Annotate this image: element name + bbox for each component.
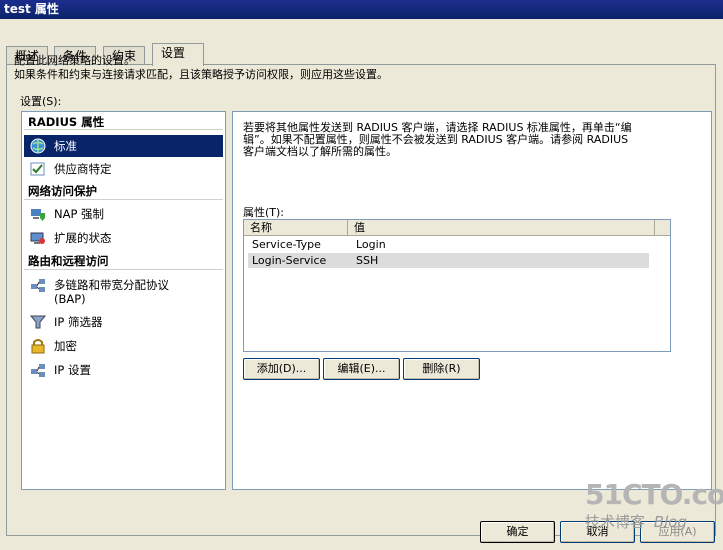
tree-item-label: 扩展的状态 (54, 231, 112, 245)
network-computers-icon (30, 277, 46, 293)
window-title: test 属性 (4, 2, 59, 16)
column-header-name[interactable]: 名称 (244, 220, 348, 235)
scroll-corner (654, 220, 670, 235)
description: 配置此网络策略的设置。 如果条件和约束与连接请求匹配，且该策略授予访问权限，则应… (14, 54, 388, 82)
tree-item-label: 加密 (54, 339, 77, 353)
description-line-2: 如果条件和约束与连接请求匹配，且该策略授予访问权限，则应用这些设置。 (14, 68, 388, 81)
cell-name: Login-Service (252, 254, 327, 267)
title-bar: test 属性 (0, 0, 723, 19)
settings-tree[interactable]: RADIUS 属性 标准 供应商特定 网络访问保护 NAP 强制 扩展的状态 路… (21, 111, 226, 490)
settings-label: 设置(S): (20, 95, 62, 108)
divider (24, 129, 223, 130)
ok-button[interactable]: 确定 (480, 521, 555, 543)
edit-button[interactable]: 编辑(E)... (323, 358, 400, 380)
network-shield-icon (30, 206, 46, 222)
table-row[interactable]: Service-Type Login (248, 237, 649, 252)
tree-item-label: 标准 (54, 139, 77, 153)
attribute-settings-pane: 若要将其他属性发送到 RADIUS 客户端，请选择 RADIUS 标准属性，再单… (232, 111, 712, 490)
tree-item-extended-state[interactable]: 扩展的状态 (24, 227, 223, 249)
attributes-label: 属性(T): (243, 206, 285, 219)
watermark-sub-text: 技术博客 (585, 513, 646, 531)
globe-icon (30, 138, 46, 154)
column-header-value[interactable]: 值 (348, 220, 663, 235)
tree-item-encryption[interactable]: 加密 (24, 335, 223, 357)
tree-item-bap[interactable]: 多链路和带宽分配协议 (BAP) (24, 274, 223, 310)
tree-item-label: IP 筛选器 (54, 315, 103, 329)
list-header: 名称 值 (244, 220, 670, 236)
tree-item-ip-filters[interactable]: IP 筛选器 (24, 311, 223, 333)
description-line-1: 配置此网络策略的设置。 (14, 54, 135, 67)
tree-item-label: 供应商特定 (54, 162, 112, 176)
computer-status-icon (30, 230, 46, 246)
funnel-icon (29, 314, 47, 330)
instructions-line-3: 客户端文档以了解所需的属性。 (243, 145, 397, 158)
watermark-subtitle: 技术博客 Blog (585, 511, 687, 532)
group-routing-remote-access: 路由和远程访问 (28, 254, 109, 268)
watermark-logo: 51CTO.com (585, 478, 723, 511)
cell-value: SSH (356, 254, 379, 267)
cell-name: Service-Type (252, 238, 321, 251)
tree-item-vendor-specific[interactable]: 供应商特定 (24, 158, 223, 180)
network-computers-icon (30, 362, 46, 378)
cell-value: Login (356, 238, 386, 251)
group-radius-attributes: RADIUS 属性 (28, 115, 105, 129)
add-button[interactable]: 添加(D)... (243, 358, 320, 380)
tree-item-nap-enforcement[interactable]: NAP 强制 (24, 203, 223, 225)
divider (24, 199, 223, 200)
divider (24, 269, 223, 270)
tree-item-standard[interactable]: 标准 (24, 135, 223, 157)
instructions-text: 若要将其他属性发送到 RADIUS 客户端，请选择 RADIUS 标准属性，再单… (243, 122, 683, 158)
watermark-blog-text: Blog (653, 513, 687, 531)
attributes-list[interactable]: 名称 值 Service-Type Login Login-Service SS… (243, 219, 671, 352)
table-row[interactable]: Login-Service SSH (248, 253, 649, 268)
tree-item-ip-settings[interactable]: IP 设置 (24, 359, 223, 381)
tree-item-label: NAP 强制 (54, 207, 105, 221)
checklist-icon (30, 161, 46, 177)
tree-item-label-line-1: 多链路和带宽分配协议 (54, 278, 169, 292)
tree-item-label: IP 设置 (54, 363, 91, 377)
group-nap: 网络访问保护 (28, 184, 97, 198)
tree-item-label-line-2: (BAP) (54, 292, 86, 306)
watermark: 51CTO.com 技术博客 Blog (585, 478, 723, 531)
tree-item-label: 多链路和带宽分配协议 (BAP) (54, 278, 169, 306)
delete-button[interactable]: 删除(R) (403, 358, 480, 380)
lock-icon (30, 338, 46, 354)
